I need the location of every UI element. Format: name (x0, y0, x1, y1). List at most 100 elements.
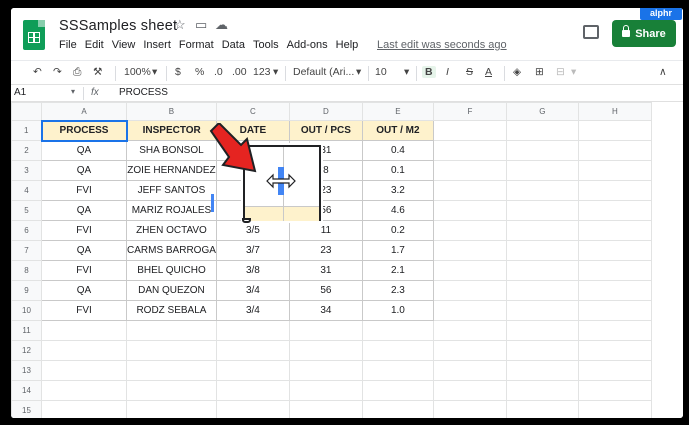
cell-f8[interactable] (432, 260, 507, 281)
chevron-down-icon[interactable]: ▾ (71, 87, 75, 96)
cell-a2[interactable]: QA (41, 140, 127, 161)
cell-g3[interactable] (505, 160, 579, 181)
merge-cells-icon[interactable]: ⊟ (556, 66, 565, 78)
print-icon[interactable]: ⎙ (73, 66, 81, 79)
column-header-a[interactable]: A (41, 102, 127, 121)
cell-f14[interactable] (432, 380, 507, 401)
chevron-down-icon[interactable]: ▾ (404, 66, 409, 78)
chevron-down-icon[interactable]: ▾ (356, 66, 361, 78)
cell-a7[interactable]: QA (41, 240, 127, 261)
row-header[interactable]: 1 (11, 120, 42, 141)
cell-b2[interactable]: SHA BONSOL (126, 140, 217, 161)
cell-b10[interactable]: RODZ SEBALA (126, 300, 217, 321)
cell-d1[interactable]: OUT / PCS (288, 120, 363, 141)
menu-view[interactable]: View (112, 39, 136, 51)
cell-e1[interactable]: OUT / M2 (361, 120, 434, 141)
cell-a14[interactable] (41, 380, 127, 401)
cell-d12[interactable] (288, 340, 363, 361)
cell-c7[interactable]: 3/7 (215, 240, 290, 261)
cell-d7[interactable]: 23 (288, 240, 363, 261)
menu-insert[interactable]: Insert (143, 39, 171, 51)
cloud-status-icon[interactable]: ☁ (215, 17, 228, 33)
cell-d11[interactable] (288, 320, 363, 341)
cell-a13[interactable] (41, 360, 127, 381)
cell-f15[interactable] (432, 400, 507, 418)
undo-icon[interactable]: ↶ (33, 66, 42, 78)
zoom-select[interactable]: 100% (124, 66, 151, 78)
last-edit-link[interactable]: Last edit was seconds ago (377, 39, 507, 51)
cell-h14[interactable] (577, 380, 652, 401)
cell-d8[interactable]: 31 (288, 260, 363, 281)
cell-f9[interactable] (432, 280, 507, 301)
cell-h11[interactable] (577, 320, 652, 341)
cell-b8[interactable]: BHEL QUICHO (126, 260, 217, 281)
row-header[interactable]: 4 (11, 180, 42, 201)
cell-e5[interactable]: 4.6 (361, 200, 434, 221)
row-header[interactable]: 13 (11, 360, 42, 381)
currency-button[interactable]: $ (175, 66, 181, 78)
cell-g12[interactable] (505, 340, 579, 361)
cell-e9[interactable]: 2.3 (361, 280, 434, 301)
cell-c11[interactable] (215, 320, 290, 341)
decrease-decimal-button[interactable]: .0 (214, 66, 223, 78)
cell-e13[interactable] (361, 360, 434, 381)
menu-help[interactable]: Help (336, 39, 359, 51)
row-header[interactable]: 14 (11, 380, 42, 401)
cell-a11[interactable] (41, 320, 127, 341)
cell-e10[interactable]: 1.0 (361, 300, 434, 321)
cell-b3[interactable]: ZOIE HERNANDEZ (126, 160, 217, 181)
cell-f7[interactable] (432, 240, 507, 261)
cell-e4[interactable]: 3.2 (361, 180, 434, 201)
chevron-down-icon[interactable]: ▾ (571, 66, 576, 78)
menu-data[interactable]: Data (222, 39, 245, 51)
cell-b6[interactable]: ZHEN OCTAVO (126, 220, 217, 241)
sheets-logo-icon[interactable] (23, 20, 45, 50)
menu-edit[interactable]: Edit (85, 39, 104, 51)
cell-e6[interactable]: 0.2 (361, 220, 434, 241)
row-header[interactable]: 6 (11, 220, 42, 241)
row-header[interactable]: 2 (11, 140, 42, 161)
cell-h10[interactable] (577, 300, 652, 321)
cell-b4[interactable]: JEFF SANTOS (126, 180, 217, 201)
cell-a10[interactable]: FVI (41, 300, 127, 321)
cell-f3[interactable] (432, 160, 507, 181)
cell-b11[interactable] (126, 320, 217, 341)
row-header[interactable]: 11 (11, 320, 42, 341)
column-header-h[interactable]: H (577, 102, 652, 121)
cell-g6[interactable] (505, 220, 579, 241)
strikethrough-button[interactable]: S (466, 66, 473, 78)
cell-e8[interactable]: 2.1 (361, 260, 434, 281)
cell-f10[interactable] (432, 300, 507, 321)
column-header-b[interactable]: B (126, 102, 217, 121)
redo-icon[interactable]: ↷ (53, 66, 62, 78)
font-size-select[interactable]: 10 (375, 66, 387, 78)
cell-c10[interactable]: 3/4 (215, 300, 290, 321)
row-header[interactable]: 3 (11, 160, 42, 181)
cell-g10[interactable] (505, 300, 579, 321)
cell-h5[interactable] (577, 200, 652, 221)
sheet-grid[interactable]: ABCDEFGH 1 PROCESS INSPECTOR DATE OUT / PCS O… (11, 102, 683, 418)
cell-g7[interactable] (505, 240, 579, 261)
cell-g15[interactable] (505, 400, 579, 418)
cell-g9[interactable] (505, 280, 579, 301)
collapse-toolbar-icon[interactable]: ∧ (659, 66, 667, 78)
menu-tools[interactable]: Tools (253, 39, 279, 51)
cell-e3[interactable]: 0.1 (361, 160, 434, 181)
cell-c12[interactable] (215, 340, 290, 361)
cell-g14[interactable] (505, 380, 579, 401)
font-select[interactable]: Default (Ari... (293, 66, 354, 78)
name-box[interactable]: A1 (14, 87, 26, 98)
cell-a6[interactable]: FVI (41, 220, 127, 241)
column-resize-handle[interactable] (211, 194, 214, 212)
increase-decimal-button[interactable]: .00 (232, 66, 247, 78)
cell-g1[interactable] (505, 120, 579, 141)
cell-e2[interactable]: 0.4 (361, 140, 434, 161)
share-button[interactable]: Share (612, 20, 676, 47)
cell-h9[interactable] (577, 280, 652, 301)
bold-button[interactable]: B (422, 66, 436, 78)
cell-a15[interactable] (41, 400, 127, 418)
row-header[interactable]: 7 (11, 240, 42, 261)
cell-a1[interactable]: PROCESS (40, 119, 128, 142)
cell-d9[interactable]: 56 (288, 280, 363, 301)
cell-e15[interactable] (361, 400, 434, 418)
